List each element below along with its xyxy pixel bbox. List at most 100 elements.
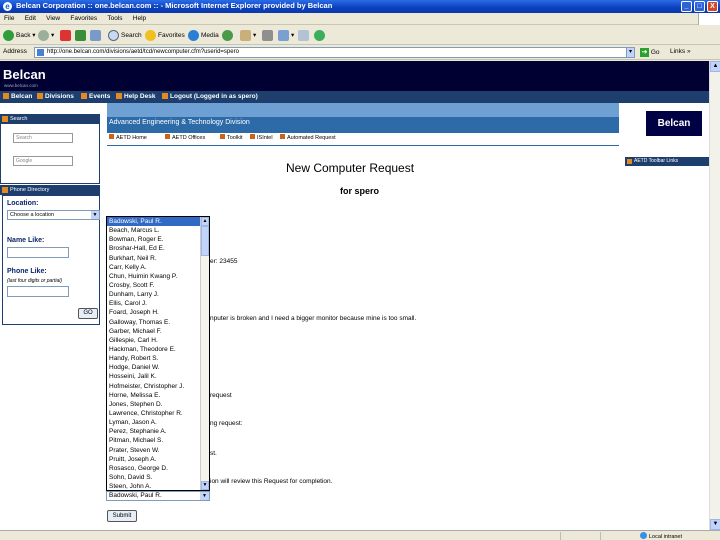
approver-option[interactable]: Perez, Stephanie A.	[107, 427, 201, 436]
approver-option[interactable]: Dunham, Larry J.	[107, 290, 201, 299]
approver-option[interactable]: Broshar-Hall, Ed E.	[107, 244, 201, 253]
approver-option[interactable]: Chun, Huimin Kwang P.	[107, 272, 201, 281]
address-dropdown-button[interactable]: ▾	[626, 47, 635, 58]
print-icon	[262, 29, 273, 41]
approver-option[interactable]: Rosasco, George D.	[107, 464, 201, 473]
approver-option[interactable]: Lawrence, Christopher R.	[107, 409, 201, 418]
approver-option[interactable]: Sohn, David S.	[107, 473, 201, 482]
maximize-button[interactable]: □	[694, 1, 705, 12]
nav-events[interactable]: Events	[81, 93, 110, 100]
stop-icon	[60, 29, 71, 41]
google-search-input[interactable]: Google	[13, 156, 73, 166]
discuss-icon	[298, 29, 309, 41]
site-header: Belcan www.belcan.com	[0, 61, 709, 91]
approver-option[interactable]: Garber, Michael F.	[107, 327, 201, 336]
menu-file[interactable]: File	[0, 13, 18, 25]
nav-belcan[interactable]: Belcan	[3, 93, 32, 100]
approver-option[interactable]: Handy, Robert S.	[107, 354, 201, 363]
request-number-text: er: 23455	[210, 258, 238, 265]
mail-button[interactable]: ▾	[240, 29, 256, 42]
address-input[interactable]: http://one.belcan.com/divisions/aetd/tcd…	[34, 47, 634, 58]
page-scrollbar[interactable]: ▲ ▼	[709, 61, 720, 530]
name-like-input[interactable]	[7, 247, 69, 258]
approver-option[interactable]: Ellis, Carol J.	[107, 299, 201, 308]
nav-divisions[interactable]: Divisions	[37, 93, 74, 100]
nav-aetd-offices[interactable]: AETD Offices	[165, 134, 205, 141]
favorites-button[interactable]: Favorites	[145, 29, 185, 42]
approver-option[interactable]: Hosseini, Jalil K.	[107, 372, 201, 381]
home-button[interactable]	[90, 29, 103, 42]
nav-aetd-home[interactable]: AETD Home	[109, 134, 147, 141]
approver-option[interactable]: Galloway, Thomas E.	[107, 318, 201, 327]
approver-option[interactable]: Lyman, Jason A.	[107, 418, 201, 427]
phone-directory-panel: Location: Choose a location ▼ Name Like:…	[2, 195, 100, 325]
approver-option[interactable]: Steen, John A.	[107, 482, 201, 490]
phone-like-label: Phone Like:	[7, 268, 47, 275]
menu-favorites[interactable]: Favorites	[66, 13, 101, 25]
nav-toolkit[interactable]: Toolkit	[220, 134, 243, 141]
discuss-button[interactable]	[298, 29, 311, 42]
back-button[interactable]: Back ▾	[3, 29, 36, 42]
approver-option[interactable]: Hackman, Theodore E.	[107, 345, 201, 354]
approver-option[interactable]: Badowski, Paul R.	[107, 217, 201, 227]
approver-option[interactable]: Carr, Kelly A.	[107, 263, 201, 272]
approver-option[interactable]: Foard, Joseph H.	[107, 308, 201, 317]
scroll-up-icon[interactable]: ▲	[201, 217, 209, 226]
links-button[interactable]: Links »	[670, 48, 691, 55]
division-banner: Advanced Engineering & Technology Divisi…	[107, 103, 619, 133]
approver-option[interactable]: Crosby, Scott F.	[107, 281, 201, 290]
approver-option[interactable]: Gillespie, Carl H.	[107, 336, 201, 345]
approver-option[interactable]: Prater, Steven W.	[107, 446, 201, 455]
go-button[interactable]: ➔ Go	[640, 47, 659, 58]
approver-option[interactable]: Hodge, Daniel W.	[107, 363, 201, 372]
scroll-down-icon[interactable]: ▼	[710, 519, 720, 530]
approver-select[interactable]: Badowski, Paul R. ▼	[106, 491, 210, 501]
menu-view[interactable]: View	[42, 13, 64, 25]
scroll-up-icon[interactable]: ▲	[710, 61, 720, 72]
dropdown-scrollbar[interactable]: ▲ ▼	[200, 217, 209, 490]
submit-button[interactable]: Submit	[107, 510, 137, 522]
nav-automated-request[interactable]: Automated Request	[280, 134, 336, 141]
forward-button[interactable]: ▾	[38, 29, 54, 42]
search-toolbar-button[interactable]: Search	[108, 29, 142, 42]
approver-option[interactable]: Bowman, Roger E.	[107, 235, 201, 244]
menu-tools[interactable]: Tools	[103, 13, 126, 25]
scroll-thumb[interactable]	[201, 226, 209, 256]
media-button[interactable]: Media	[188, 29, 219, 42]
right-links-bar[interactable]: AETD Toolbar Links	[625, 157, 709, 166]
nav-logout[interactable]: Logout (Logged in as spero)	[162, 93, 258, 100]
division-nav: AETD Home AETD Offices Toolkit ISIntel A…	[107, 134, 619, 144]
messenger-button[interactable]	[314, 29, 327, 42]
directory-go-button[interactable]: GO	[78, 308, 98, 319]
history-button[interactable]	[222, 29, 235, 42]
approver-option[interactable]: Horne, Melissa E.	[107, 391, 201, 400]
menu-help[interactable]: Help	[129, 13, 150, 25]
close-button[interactable]: X	[707, 1, 718, 12]
approver-dropdown-list[interactable]: Badowski, Paul R. Beach, Marcus L. Bowman,…	[106, 216, 210, 491]
belcan-logo[interactable]: Belcan	[3, 67, 46, 82]
scroll-down-icon[interactable]: ▼	[201, 481, 209, 490]
request-text: request	[210, 392, 232, 399]
approver-option[interactable]: Pruitt, Joseph A.	[107, 455, 201, 464]
minimize-button[interactable]: _	[681, 1, 692, 12]
approver-option[interactable]: Burkhart, Neil R.	[107, 254, 201, 263]
search-input[interactable]: Search	[13, 133, 73, 143]
location-select[interactable]: Choose a location ▼	[7, 210, 100, 220]
nav-help-desk[interactable]: Help Desk	[116, 93, 155, 100]
stop-button[interactable]	[60, 29, 73, 42]
status-separator	[600, 532, 601, 540]
nav-isintel[interactable]: ISIntel	[250, 134, 273, 141]
menu-edit[interactable]: Edit	[21, 13, 40, 25]
approver-option[interactable]: Jones, Stephen D.	[107, 400, 201, 409]
bullet-icon	[220, 134, 225, 139]
print-button[interactable]	[262, 29, 275, 42]
bullet-icon	[162, 93, 168, 99]
address-url: http://one.belcan.com/divisions/aetd/tcd…	[47, 49, 239, 55]
approver-option[interactable]: Pitman, Michael S.	[107, 436, 201, 445]
edit-button[interactable]: ▾	[278, 29, 294, 42]
refresh-button[interactable]	[75, 29, 88, 42]
window-title-bar: e Belcan Corporation :: one.belcan.com :…	[0, 0, 720, 13]
approver-option[interactable]: Beach, Marcus L.	[107, 226, 201, 235]
approver-option[interactable]: Hofmeister, Christopher J.	[107, 382, 201, 391]
phone-like-input[interactable]	[7, 286, 69, 297]
